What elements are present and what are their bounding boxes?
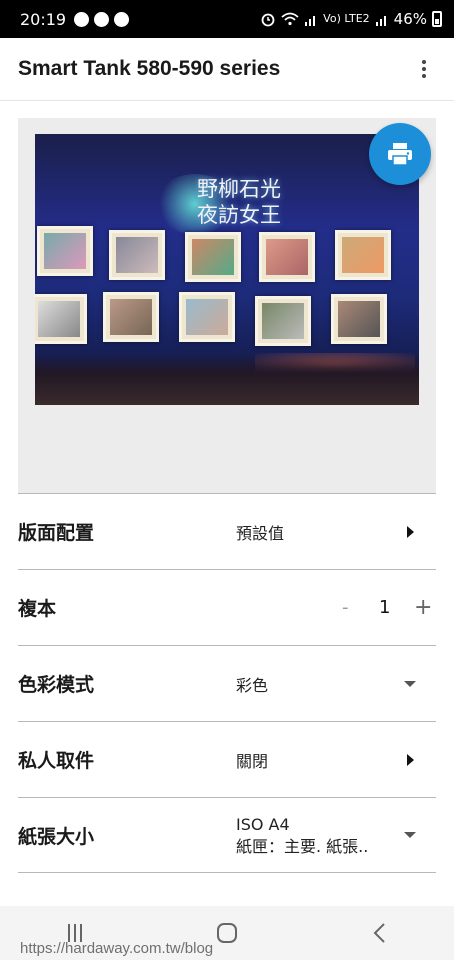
status-bar: 20:19 Vo) LTE2 46% — [0, 0, 454, 38]
print-button[interactable] — [369, 123, 431, 185]
chevron-right-icon — [407, 753, 414, 766]
preview-photo: 野柳石光 夜訪女王 — [35, 134, 419, 405]
setting-layout-row[interactable]: 版面配置 預設值 — [18, 493, 436, 569]
increment-button[interactable]: + — [414, 596, 432, 619]
back-icon[interactable] — [372, 922, 386, 944]
setting-value: ISO A4 紙匣：主要. 紙張.. — [236, 814, 368, 858]
copies-count: 1 — [379, 597, 391, 618]
home-icon[interactable] — [216, 923, 237, 943]
signal-icon-2 — [375, 16, 386, 26]
chevron-right-icon — [407, 525, 414, 538]
network-type-label: Vo) LTE2 — [323, 12, 370, 25]
notification-app-icon — [94, 11, 110, 27]
paper-size-value: ISO A4 — [236, 815, 290, 834]
signal-icon — [305, 16, 316, 26]
setting-copies-row: 複本 - 1 + — [18, 569, 436, 645]
setting-value: 預設值 — [236, 523, 285, 543]
print-preview: 野柳石光 夜訪女王 — [18, 118, 436, 493]
setting-private-pickup-row[interactable]: 私人取件 關閉 — [18, 721, 436, 797]
setting-label: 色彩模式 — [18, 674, 95, 696]
decrement-button[interactable]: - — [342, 597, 349, 618]
paper-tray-value: 紙匣：主要. 紙張.. — [236, 837, 369, 856]
watermark: https://hardaway.com.tw/blog — [20, 940, 214, 957]
setting-label: 版面配置 — [18, 522, 95, 544]
system-icons: Vo) LTE2 46% — [260, 10, 442, 28]
line-app-icon — [74, 11, 90, 27]
photo-caption: 野柳石光 夜訪女王 — [197, 177, 281, 227]
battery-percent: 46% — [393, 10, 427, 28]
setting-label: 複本 — [18, 598, 57, 620]
setting-color-mode-row[interactable]: 色彩模式 彩色 — [18, 645, 436, 721]
alarm-icon — [261, 13, 275, 27]
app-bar: Smart Tank 580-590 series — [0, 38, 454, 101]
status-time: 20:19 — [20, 9, 67, 29]
setting-value: 關閉 — [236, 751, 269, 771]
wifi-icon — [281, 12, 299, 26]
notification-icons — [74, 11, 130, 27]
battery-icon — [432, 11, 442, 27]
setting-paper-size-row[interactable]: 紙張大小 ISO A4 紙匣：主要. 紙張.. — [18, 797, 436, 873]
setting-label: 私人取件 — [18, 750, 95, 772]
print-icon — [388, 143, 412, 166]
more-vert-icon[interactable] — [412, 57, 436, 81]
setting-label: 紙張大小 — [18, 825, 95, 848]
page-title: Smart Tank 580-590 series — [18, 57, 281, 80]
chat-app-icon — [114, 11, 130, 27]
print-settings: 版面配置 預設值 複本 - 1 + 色彩模式 彩色 私人取件 關閉 紙張大小 I… — [18, 493, 436, 873]
setting-value: 彩色 — [236, 675, 269, 695]
dropdown-arrow-icon — [404, 832, 416, 838]
dropdown-arrow-icon — [404, 680, 416, 687]
